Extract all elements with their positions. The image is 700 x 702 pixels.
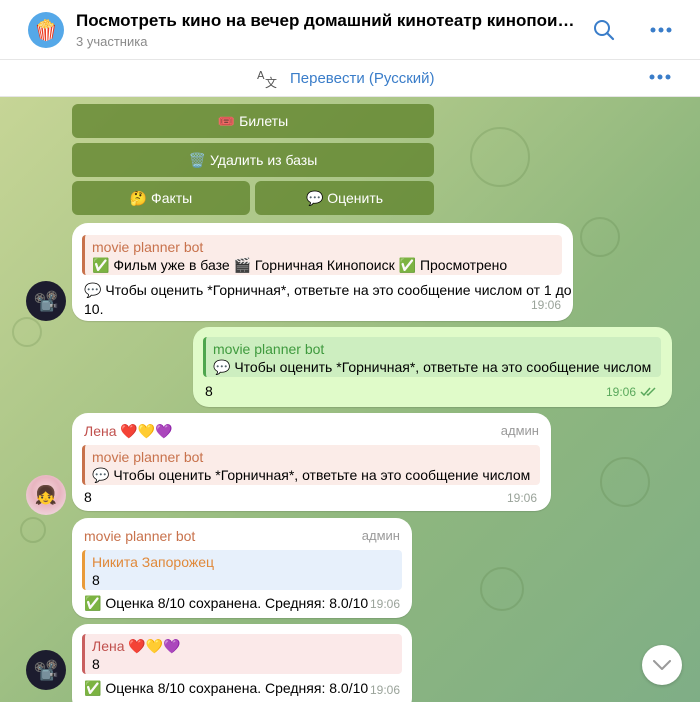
more-icon [649, 74, 671, 80]
message-time: 19:06 [530, 298, 561, 312]
reply-quote[interactable]: movie planner bot ✅ Фильм уже в базе 🎬 Г… [82, 235, 562, 275]
double-check-icon [640, 387, 656, 397]
reply-text: ✅ Фильм уже в базе 🎬 Горничная Кинопоиск… [92, 257, 508, 273]
svg-text:文: 文 [265, 75, 277, 89]
svg-text:A: A [257, 69, 265, 82]
admin-badge: админ [361, 528, 400, 543]
sender-name[interactable]: movie planner bot [84, 528, 195, 544]
message-text: ✅ Оценка 8/10 сохранена. Средняя: 8.0/10 [84, 595, 369, 611]
background-doodle [20, 517, 46, 543]
sender-name[interactable]: Лена ❤️💛💜 [84, 423, 173, 440]
facts-button[interactable]: 🤔 Факты [72, 181, 250, 215]
translate-bar: A 文 Перевести (Русский) [0, 60, 700, 97]
admin-badge: админ [500, 423, 539, 438]
chat-title[interactable]: Посмотреть кино на вечер домашний киноте… [76, 11, 576, 31]
background-doodle [480, 567, 524, 611]
reply-author: movie planner bot [92, 239, 204, 255]
reply-text: 💬 Чтобы оценить *Горничная*, ответьте на… [213, 359, 652, 375]
projector-icon: 📽️ [33, 659, 59, 682]
background-doodle [580, 217, 620, 257]
message-time: 19:06 [605, 385, 636, 399]
reply-quote[interactable]: Лена ❤️💛💜 8 [82, 634, 402, 674]
reply-quote[interactable]: movie planner bot 💬 Чтобы оценить *Горни… [82, 445, 540, 485]
translate-button[interactable]: A 文 Перевести (Русский) [256, 67, 435, 89]
search-button[interactable] [590, 16, 618, 44]
reply-quote[interactable]: Никита Запорожец 8 [82, 550, 402, 590]
rate-button[interactable]: 💬 Оценить [255, 181, 434, 215]
message-bubble[interactable]: movie planner bot админ Никита Запорожец… [72, 518, 412, 618]
chat-header: 🍿 Посмотреть кино на вечер домашний кино… [0, 0, 700, 60]
avatar-photo: 👧 [34, 484, 58, 505]
background-doodle [600, 457, 650, 507]
projector-icon: 📽️ [33, 290, 59, 313]
message-text: 8 [84, 489, 92, 505]
reply-quote[interactable]: movie planner bot 💬 Чтобы оценить *Горни… [203, 337, 661, 377]
scroll-down-button[interactable] [642, 645, 682, 685]
user-avatar-lena[interactable]: 👧 [26, 475, 66, 515]
more-icon [650, 27, 672, 33]
chat-member-count: 3 участника [76, 34, 148, 49]
message-bubble-outgoing[interactable]: movie planner bot 💬 Чтобы оценить *Горни… [193, 327, 672, 407]
reply-author: movie planner bot [92, 449, 204, 465]
search-icon [594, 20, 615, 41]
chat-area[interactable]: 🎟️ Билеты 🗑️ Удалить из базы 🤔 Факты 💬 О… [0, 97, 700, 702]
more-button[interactable] [647, 16, 675, 44]
reply-text: 8 [92, 572, 100, 588]
message-text: 8 [205, 383, 213, 399]
translate-label: Перевести (Русский) [290, 69, 435, 87]
translate-more-button[interactable] [648, 65, 672, 89]
bot-avatar[interactable]: 📽️ [26, 281, 66, 321]
reply-author: Лена ❤️💛💜 [92, 638, 181, 654]
background-doodle [12, 317, 42, 347]
delete-from-base-button[interactable]: 🗑️ Удалить из базы [72, 143, 434, 177]
reply-author: movie planner bot [213, 341, 325, 357]
message-time: 19:06 [369, 683, 400, 697]
tickets-button[interactable]: 🎟️ Билеты [72, 104, 434, 138]
reply-author: Никита Запорожец [92, 554, 215, 570]
reply-text: 💬 Чтобы оценить *Горничная*, ответьте на… [92, 467, 531, 483]
message-time: 19:06 [369, 597, 400, 611]
message-bubble[interactable]: movie planner bot ✅ Фильм уже в базе 🎬 Г… [72, 223, 573, 321]
background-doodle [470, 127, 530, 187]
translate-icon: A 文 [257, 69, 277, 89]
reply-text: 8 [92, 656, 100, 672]
message-bubble[interactable]: Лена ❤️💛💜 8 ✅ Оценка 8/10 сохранена. Сре… [72, 624, 412, 702]
message-time: 19:06 [506, 491, 537, 505]
chat-avatar[interactable]: 🍿 [28, 12, 64, 48]
chevron-down-icon [653, 660, 671, 670]
message-text: 💬 Чтобы оценить *Горничная*, ответьте на… [84, 282, 572, 317]
message-text: ✅ Оценка 8/10 сохранена. Средняя: 8.0/10 [84, 680, 369, 696]
bot-avatar[interactable]: 📽️ [26, 650, 66, 690]
message-bubble[interactable]: Лена ❤️💛💜 админ movie planner bot 💬 Чтоб… [72, 413, 551, 511]
